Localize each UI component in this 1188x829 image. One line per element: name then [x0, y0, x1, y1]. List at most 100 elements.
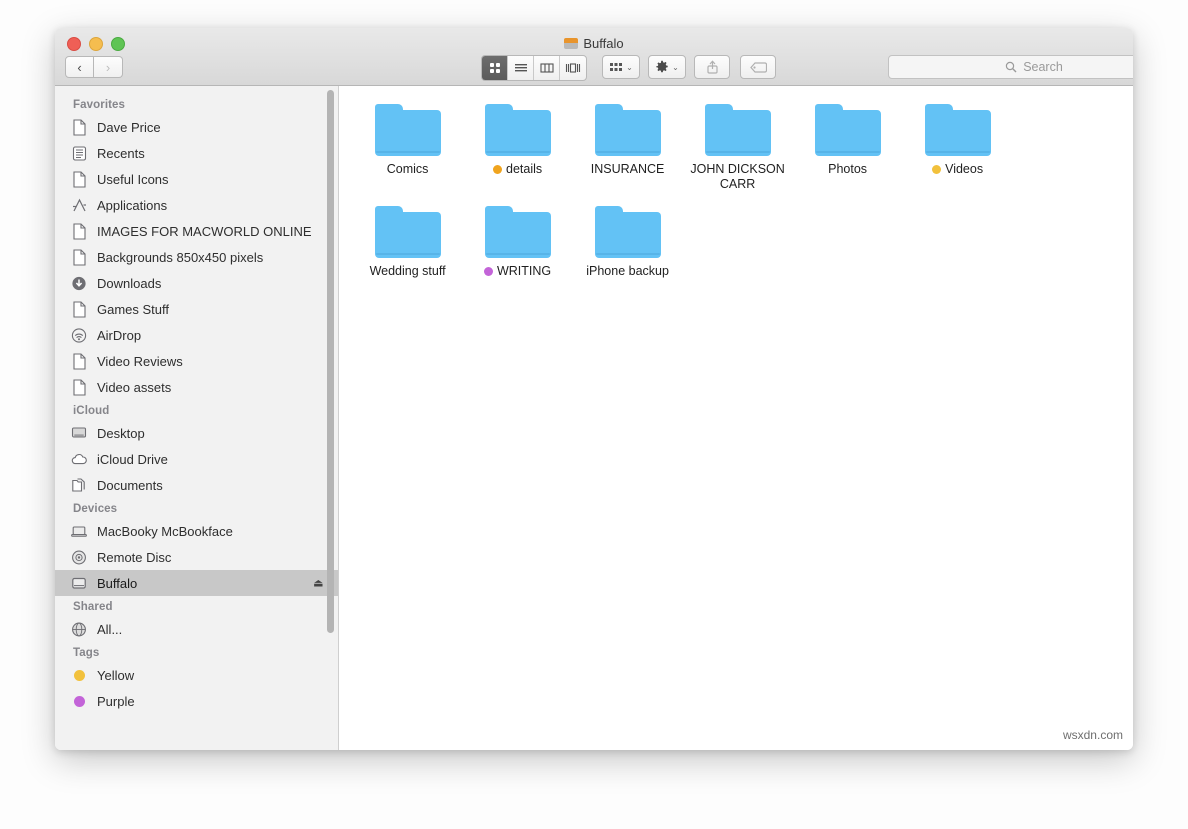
- icon-view-button[interactable]: [482, 56, 508, 80]
- search-field[interactable]: Search: [888, 55, 1133, 79]
- sidebar-item-buffalo[interactable]: Buffalo⏏: [55, 570, 338, 596]
- sidebar-item-applications[interactable]: Applications: [55, 192, 338, 218]
- document-icon: [69, 118, 89, 136]
- window-title-text: Buffalo: [583, 36, 623, 51]
- sidebar: FavoritesDave PriceRecentsUseful IconsAp…: [55, 86, 339, 750]
- sidebar-item-images-for-macworld-online[interactable]: IMAGES FOR MACWORLD ONLINE: [55, 218, 338, 244]
- documents-icon: [69, 476, 89, 494]
- column-view-button[interactable]: [534, 56, 560, 80]
- desktop-background: Buffalo ‹ ›: [0, 0, 1188, 829]
- sidebar-item-video-assets[interactable]: Video assets: [55, 374, 338, 400]
- sidebar-scrollbar[interactable]: [327, 90, 334, 633]
- sidebar-item-purple[interactable]: Purple: [55, 688, 338, 714]
- file-item-details[interactable]: details: [463, 104, 573, 192]
- window-body: FavoritesDave PriceRecentsUseful IconsAp…: [55, 86, 1133, 750]
- sidebar-item-desktop[interactable]: Desktop: [55, 420, 338, 446]
- applications-icon: [69, 196, 89, 214]
- folder-icon: [375, 206, 441, 258]
- file-grid-area[interactable]: Comics details INSURANCE JOHN DICKSON CARR P…: [339, 86, 1133, 750]
- sidebar-item-video-reviews[interactable]: Video Reviews: [55, 348, 338, 374]
- sidebar-item-label: Desktop: [97, 426, 145, 441]
- arrange-by-button[interactable]: ⌄: [602, 55, 640, 79]
- back-button[interactable]: ‹: [65, 56, 94, 78]
- folder-icon: [485, 206, 551, 258]
- file-grid: Comics details INSURANCE JOHN DICKSON CARR P…: [353, 104, 1119, 293]
- file-item-insurance[interactable]: INSURANCE: [573, 104, 683, 192]
- folder-icon: [925, 104, 991, 156]
- file-item-videos[interactable]: Videos: [903, 104, 1013, 192]
- file-item-label: Comics: [387, 162, 429, 177]
- file-item-iphone-backup[interactable]: iPhone backup: [573, 206, 683, 279]
- globe-icon: [69, 620, 89, 638]
- tag-dot: [932, 165, 941, 174]
- sidebar-item-label: iCloud Drive: [97, 452, 168, 467]
- file-item-writing[interactable]: WRITING: [463, 206, 573, 279]
- sidebar-item-icloud-drive[interactable]: iCloud Drive: [55, 446, 338, 472]
- file-item-comics[interactable]: Comics: [353, 104, 463, 192]
- sidebar-item-label: MacBooky McBookface: [97, 524, 233, 539]
- folder-icon: [595, 206, 661, 258]
- sidebar-item-label: All...: [97, 622, 122, 637]
- window-titlebar[interactable]: Buffalo ‹ ›: [55, 28, 1133, 86]
- file-item-label: Photos: [828, 162, 867, 177]
- chevron-down-icon: ⌄: [672, 63, 679, 72]
- file-item-label-wrap: Videos: [932, 162, 983, 177]
- sidebar-item-yellow[interactable]: Yellow: [55, 662, 338, 688]
- file-item-photos[interactable]: Photos: [793, 104, 903, 192]
- file-item-label-wrap: Wedding stuff: [370, 264, 446, 279]
- sidebar-item-label: Documents: [97, 478, 163, 493]
- watermark: wsxdn.com: [1063, 728, 1123, 742]
- sidebar-section-header: iCloud: [55, 400, 338, 420]
- file-item-label: details: [506, 162, 542, 177]
- forward-button[interactable]: ›: [94, 56, 123, 78]
- airdrop-icon: [69, 326, 89, 344]
- sidebar-item-label: Applications: [97, 198, 167, 213]
- sidebar-item-airdrop[interactable]: AirDrop: [55, 322, 338, 348]
- tag-dot: [69, 692, 89, 710]
- sidebar-section-header: Tags: [55, 642, 338, 662]
- sidebar-item-games-stuff[interactable]: Games Stuff: [55, 296, 338, 322]
- sidebar-section-header: Devices: [55, 498, 338, 518]
- sidebar-item-recents[interactable]: Recents: [55, 140, 338, 166]
- file-item-label: Wedding stuff: [370, 264, 446, 279]
- action-menu-button[interactable]: ⌄: [648, 55, 686, 79]
- file-item-label-wrap: JOHN DICKSON CARR: [684, 162, 792, 192]
- sidebar-item-label: Yellow: [97, 668, 134, 683]
- sidebar-item-all[interactable]: All...: [55, 616, 338, 642]
- sidebar-item-macbooky-mcbookface[interactable]: MacBooky McBookface: [55, 518, 338, 544]
- tags-button[interactable]: [740, 55, 776, 79]
- external-drive-icon: [564, 38, 578, 49]
- chevron-right-icon: ›: [106, 61, 110, 74]
- sidebar-item-label: Backgrounds 850x450 pixels: [97, 250, 263, 265]
- file-item-wedding-stuff[interactable]: Wedding stuff: [353, 206, 463, 279]
- window-title: Buffalo: [55, 36, 1133, 51]
- downloads-icon: [69, 274, 89, 292]
- tag-dot: [484, 267, 493, 276]
- folder-icon: [595, 104, 661, 156]
- sidebar-item-remote-disc[interactable]: Remote Disc: [55, 544, 338, 570]
- file-item-label-wrap: iPhone backup: [586, 264, 669, 279]
- arrange-icon: [609, 61, 623, 73]
- share-button[interactable]: [694, 55, 730, 79]
- tag-dot: [493, 165, 502, 174]
- search-icon: [1005, 61, 1017, 73]
- sidebar-item-documents[interactable]: Documents: [55, 472, 338, 498]
- harddrive-icon: [69, 574, 89, 592]
- chevron-down-icon: ⌄: [626, 63, 633, 72]
- list-view-button[interactable]: [508, 56, 534, 80]
- view-mode-segmented-control: [481, 55, 587, 81]
- file-item-john-dickson-carr[interactable]: JOHN DICKSON CARR: [683, 104, 793, 192]
- gallery-view-button[interactable]: [560, 56, 586, 80]
- file-item-label: INSURANCE: [591, 162, 665, 177]
- sidebar-item-backgrounds-850x450-pixels[interactable]: Backgrounds 850x450 pixels: [55, 244, 338, 270]
- sidebar-item-label: Remote Disc: [97, 550, 171, 565]
- file-item-label-wrap: details: [493, 162, 542, 177]
- file-item-label-wrap: Photos: [828, 162, 867, 177]
- eject-icon[interactable]: ⏏: [313, 577, 323, 590]
- sidebar-item-label: Useful Icons: [97, 172, 169, 187]
- sidebar-item-label: Recents: [97, 146, 145, 161]
- sidebar-item-useful-icons[interactable]: Useful Icons: [55, 166, 338, 192]
- sidebar-item-dave-price[interactable]: Dave Price: [55, 114, 338, 140]
- file-item-label: iPhone backup: [586, 264, 669, 279]
- sidebar-item-downloads[interactable]: Downloads: [55, 270, 338, 296]
